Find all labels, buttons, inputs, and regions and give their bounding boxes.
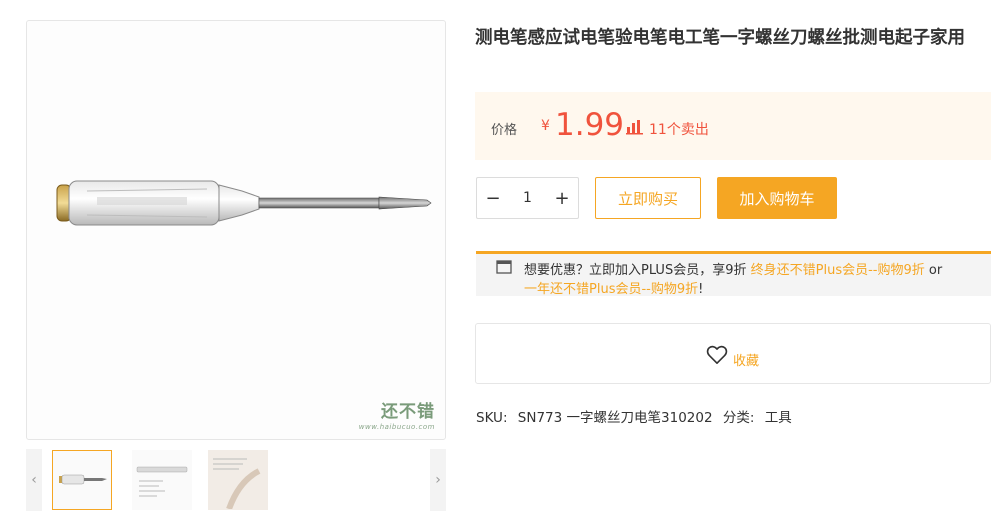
sales-count: 11个卖出 bbox=[649, 122, 709, 138]
thumbnail-spec-image bbox=[136, 466, 188, 497]
product-title: 测电笔感应试电笔验电笔电工笔一字螺丝刀螺丝批测电起子家用 bbox=[475, 28, 965, 48]
favorite-button[interactable]: 收藏 bbox=[706, 344, 759, 369]
quantity-input[interactable] bbox=[509, 186, 546, 210]
thumbnail-usage-image bbox=[213, 458, 261, 509]
main-product-image[interactable]: 还不错 www.haibucuo.com bbox=[26, 20, 446, 440]
category-label: 分类: bbox=[722, 410, 755, 426]
thumbnail-1[interactable] bbox=[52, 450, 112, 510]
plus-promo-banner: 想要优惠？立即加入PLUS会员，享9折 终身还不错Plus会员--购物9折 or… bbox=[476, 251, 991, 297]
favorite-panel: 收藏 bbox=[475, 323, 991, 384]
watermark-text: 还不错 bbox=[381, 402, 435, 422]
heart-icon bbox=[706, 345, 728, 369]
price-panel: 价格 ¥ 1.99 11个卖出 bbox=[475, 92, 991, 160]
plus-lifetime-link[interactable]: 终身还不错Plus会员--购物9折 bbox=[751, 263, 925, 278]
add-to-cart-button[interactable]: 加入购物车 bbox=[717, 177, 837, 219]
product-meta: SKU: SN773 一字螺丝刀电笔310202 分类: 工具 bbox=[476, 406, 798, 426]
thumbnail-2[interactable] bbox=[132, 450, 192, 510]
thumbnail-screwdriver-image bbox=[59, 474, 107, 485]
thumbnail-strip: ‹ › bbox=[26, 449, 446, 511]
watermark-url: www.haibucuo.com bbox=[358, 423, 435, 431]
thumbnail-3[interactable] bbox=[208, 450, 268, 510]
screwdriver-image bbox=[56, 180, 432, 226]
quantity-increase-button[interactable]: + bbox=[546, 178, 578, 218]
favorite-label: 收藏 bbox=[733, 354, 760, 369]
quantity-decrease-button[interactable]: − bbox=[477, 178, 509, 218]
chevron-left-icon[interactable]: ‹ bbox=[26, 449, 42, 511]
category-value[interactable]: 工具 bbox=[765, 410, 792, 426]
chevron-right-icon[interactable]: › bbox=[430, 449, 446, 511]
price-currency: ¥ bbox=[541, 118, 550, 134]
buy-now-button[interactable]: 立即购买 bbox=[595, 177, 701, 219]
plus-promo-text: 想要优惠？立即加入PLUS会员，享9折 bbox=[524, 263, 747, 278]
quantity-stepper: − + bbox=[476, 177, 579, 219]
sku-label: SKU: bbox=[476, 410, 508, 426]
watermark: 还不错 www.haibucuo.com bbox=[359, 397, 435, 431]
plus-promo-line-1: 想要优惠？立即加入PLUS会员，享9折 终身还不错Plus会员--购物9折 or bbox=[524, 259, 942, 278]
price-label: 价格 bbox=[491, 123, 518, 138]
plus-yearly-link[interactable]: 一年还不错Plus会员--购物9折 bbox=[524, 282, 698, 297]
plus-promo-line-2: 一年还不错Plus会员--购物9折! bbox=[524, 278, 703, 297]
price-value: 1.99 bbox=[555, 107, 625, 143]
bar-chart-icon bbox=[626, 119, 644, 139]
card-icon bbox=[496, 259, 512, 278]
plus-promo-or: or bbox=[928, 263, 943, 278]
plus-promo-exclaim: ! bbox=[698, 282, 704, 297]
sku-value: SN773 一字螺丝刀电笔310202 bbox=[517, 410, 713, 426]
